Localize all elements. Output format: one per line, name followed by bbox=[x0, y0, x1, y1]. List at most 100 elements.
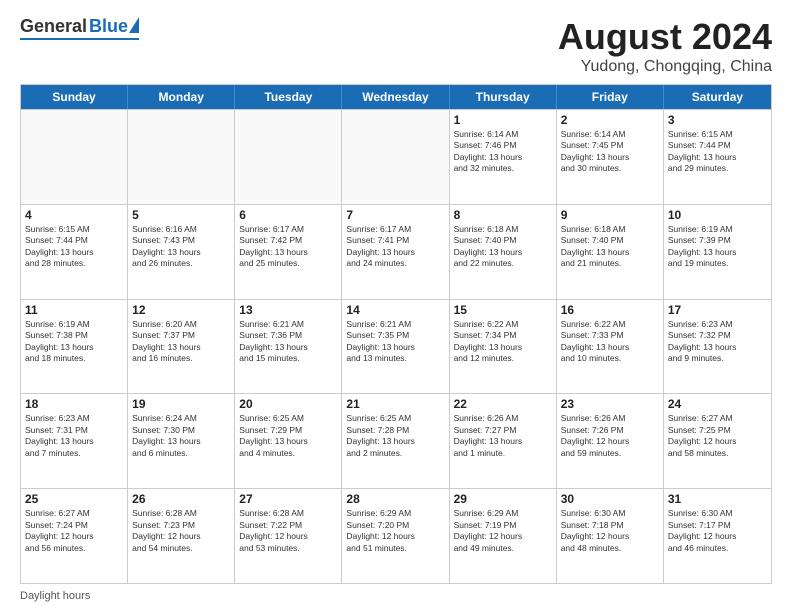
day-number: 28 bbox=[346, 492, 444, 506]
cell-text: Sunrise: 6:22 AM Sunset: 7:33 PM Dayligh… bbox=[561, 319, 659, 365]
cell-text: Sunrise: 6:28 AM Sunset: 7:23 PM Dayligh… bbox=[132, 508, 230, 554]
day-number: 2 bbox=[561, 113, 659, 127]
subtitle: Yudong, Chongqing, China bbox=[558, 58, 772, 76]
day-number: 23 bbox=[561, 397, 659, 411]
logo-underline bbox=[20, 38, 139, 40]
cell-text: Sunrise: 6:23 AM Sunset: 7:32 PM Dayligh… bbox=[668, 319, 767, 365]
cell-text: Sunrise: 6:25 AM Sunset: 7:29 PM Dayligh… bbox=[239, 413, 337, 459]
cell-text: Sunrise: 6:17 AM Sunset: 7:41 PM Dayligh… bbox=[346, 224, 444, 270]
day-number: 9 bbox=[561, 208, 659, 222]
cell-text: Sunrise: 6:19 AM Sunset: 7:38 PM Dayligh… bbox=[25, 319, 123, 365]
cell-text: Sunrise: 6:29 AM Sunset: 7:20 PM Dayligh… bbox=[346, 508, 444, 554]
calendar-cell: 25 Sunrise: 6:27 AM Sunset: 7:24 PM Dayli… bbox=[21, 489, 128, 583]
calendar-cell: 12 Sunrise: 6:20 AM Sunset: 7:37 PM Dayli… bbox=[128, 300, 235, 394]
calendar-cell: 16 Sunrise: 6:22 AM Sunset: 7:33 PM Dayli… bbox=[557, 300, 664, 394]
calendar-cell: 18 Sunrise: 6:23 AM Sunset: 7:31 PM Dayli… bbox=[21, 394, 128, 488]
cell-text: Sunrise: 6:15 AM Sunset: 7:44 PM Dayligh… bbox=[25, 224, 123, 270]
day-number: 29 bbox=[454, 492, 552, 506]
calendar-cell: 31 Sunrise: 6:30 AM Sunset: 7:17 PM Dayli… bbox=[664, 489, 771, 583]
cell-text: Sunrise: 6:20 AM Sunset: 7:37 PM Dayligh… bbox=[132, 319, 230, 365]
calendar-cell: 17 Sunrise: 6:23 AM Sunset: 7:32 PM Dayli… bbox=[664, 300, 771, 394]
day-number: 5 bbox=[132, 208, 230, 222]
calendar-cell: 1 Sunrise: 6:14 AM Sunset: 7:46 PM Daylig… bbox=[450, 110, 557, 204]
day-number: 30 bbox=[561, 492, 659, 506]
day-number: 22 bbox=[454, 397, 552, 411]
day-number: 7 bbox=[346, 208, 444, 222]
cell-text: Sunrise: 6:21 AM Sunset: 7:35 PM Dayligh… bbox=[346, 319, 444, 365]
cell-text: Sunrise: 6:27 AM Sunset: 7:24 PM Dayligh… bbox=[25, 508, 123, 554]
day-number: 12 bbox=[132, 303, 230, 317]
calendar-cell bbox=[21, 110, 128, 204]
cell-text: Sunrise: 6:17 AM Sunset: 7:42 PM Dayligh… bbox=[239, 224, 337, 270]
calendar-cell: 11 Sunrise: 6:19 AM Sunset: 7:38 PM Dayli… bbox=[21, 300, 128, 394]
calendar-cell: 30 Sunrise: 6:30 AM Sunset: 7:18 PM Dayli… bbox=[557, 489, 664, 583]
logo-general-text: General bbox=[20, 16, 87, 37]
day-number: 11 bbox=[25, 303, 123, 317]
calendar-cell: 6 Sunrise: 6:17 AM Sunset: 7:42 PM Daylig… bbox=[235, 205, 342, 299]
cell-text: Sunrise: 6:16 AM Sunset: 7:43 PM Dayligh… bbox=[132, 224, 230, 270]
cell-text: Sunrise: 6:14 AM Sunset: 7:46 PM Dayligh… bbox=[454, 129, 552, 175]
day-number: 27 bbox=[239, 492, 337, 506]
calendar-cell: 24 Sunrise: 6:27 AM Sunset: 7:25 PM Dayli… bbox=[664, 394, 771, 488]
cell-text: Sunrise: 6:21 AM Sunset: 7:36 PM Dayligh… bbox=[239, 319, 337, 365]
title-block: August 2024 Yudong, Chongqing, China bbox=[558, 16, 772, 76]
cell-text: Sunrise: 6:30 AM Sunset: 7:18 PM Dayligh… bbox=[561, 508, 659, 554]
weekday-header: Friday bbox=[557, 85, 664, 109]
day-number: 14 bbox=[346, 303, 444, 317]
header: General Blue August 2024 Yudong, Chongqi… bbox=[20, 16, 772, 76]
weekday-header: Wednesday bbox=[342, 85, 449, 109]
calendar-row: 11 Sunrise: 6:19 AM Sunset: 7:38 PM Dayli… bbox=[21, 299, 771, 394]
cell-text: Sunrise: 6:26 AM Sunset: 7:27 PM Dayligh… bbox=[454, 413, 552, 459]
cell-text: Sunrise: 6:30 AM Sunset: 7:17 PM Dayligh… bbox=[668, 508, 767, 554]
day-number: 18 bbox=[25, 397, 123, 411]
calendar: SundayMondayTuesdayWednesdayThursdayFrid… bbox=[20, 84, 772, 584]
calendar-cell: 3 Sunrise: 6:15 AM Sunset: 7:44 PM Daylig… bbox=[664, 110, 771, 204]
calendar-row: 1 Sunrise: 6:14 AM Sunset: 7:46 PM Daylig… bbox=[21, 109, 771, 204]
day-number: 31 bbox=[668, 492, 767, 506]
cell-text: Sunrise: 6:28 AM Sunset: 7:22 PM Dayligh… bbox=[239, 508, 337, 554]
calendar-cell bbox=[342, 110, 449, 204]
day-number: 6 bbox=[239, 208, 337, 222]
calendar-cell: 19 Sunrise: 6:24 AM Sunset: 7:30 PM Dayli… bbox=[128, 394, 235, 488]
day-number: 25 bbox=[25, 492, 123, 506]
cell-text: Sunrise: 6:24 AM Sunset: 7:30 PM Dayligh… bbox=[132, 413, 230, 459]
calendar-cell bbox=[128, 110, 235, 204]
cell-text: Sunrise: 6:23 AM Sunset: 7:31 PM Dayligh… bbox=[25, 413, 123, 459]
day-number: 8 bbox=[454, 208, 552, 222]
day-number: 20 bbox=[239, 397, 337, 411]
weekday-header: Thursday bbox=[450, 85, 557, 109]
calendar-cell: 5 Sunrise: 6:16 AM Sunset: 7:43 PM Daylig… bbox=[128, 205, 235, 299]
day-number: 1 bbox=[454, 113, 552, 127]
weekday-header: Tuesday bbox=[235, 85, 342, 109]
calendar-cell: 9Sunrise: 6:18 AM Sunset: 7:40 PM Daylig… bbox=[557, 205, 664, 299]
logo: General Blue bbox=[20, 16, 139, 40]
calendar-cell: 2 Sunrise: 6:14 AM Sunset: 7:45 PM Daylig… bbox=[557, 110, 664, 204]
footer-text: Daylight hours bbox=[20, 590, 90, 602]
calendar-cell: 28 Sunrise: 6:29 AM Sunset: 7:20 PM Dayli… bbox=[342, 489, 449, 583]
cell-text: Sunrise: 6:19 AM Sunset: 7:39 PM Dayligh… bbox=[668, 224, 767, 270]
day-number: 17 bbox=[668, 303, 767, 317]
logo-triangle-icon bbox=[129, 17, 139, 33]
calendar-row: 18 Sunrise: 6:23 AM Sunset: 7:31 PM Dayli… bbox=[21, 393, 771, 488]
cell-text: Sunrise: 6:29 AM Sunset: 7:19 PM Dayligh… bbox=[454, 508, 552, 554]
calendar-cell: 22 Sunrise: 6:26 AM Sunset: 7:27 PM Dayli… bbox=[450, 394, 557, 488]
cell-text: Sunrise: 6:18 AM Sunset: 7:40 PM Dayligh… bbox=[454, 224, 552, 270]
cell-text: Sunrise: 6:27 AM Sunset: 7:25 PM Dayligh… bbox=[668, 413, 767, 459]
calendar-body: 1 Sunrise: 6:14 AM Sunset: 7:46 PM Daylig… bbox=[21, 109, 771, 583]
day-number: 16 bbox=[561, 303, 659, 317]
cell-text: Sunrise: 6:14 AM Sunset: 7:45 PM Dayligh… bbox=[561, 129, 659, 175]
calendar-row: 4Sunrise: 6:15 AM Sunset: 7:44 PM Daylig… bbox=[21, 204, 771, 299]
calendar-cell: 15Sunrise: 6:22 AM Sunset: 7:34 PM Dayli… bbox=[450, 300, 557, 394]
cell-text: Sunrise: 6:15 AM Sunset: 7:44 PM Dayligh… bbox=[668, 129, 767, 175]
logo-blue-text: Blue bbox=[89, 16, 128, 37]
day-number: 10 bbox=[668, 208, 767, 222]
weekday-header: Saturday bbox=[664, 85, 771, 109]
day-number: 3 bbox=[668, 113, 767, 127]
day-number: 15 bbox=[454, 303, 552, 317]
weekday-header: Monday bbox=[128, 85, 235, 109]
day-number: 24 bbox=[668, 397, 767, 411]
cell-text: Sunrise: 6:25 AM Sunset: 7:28 PM Dayligh… bbox=[346, 413, 444, 459]
calendar-cell: 7 Sunrise: 6:17 AM Sunset: 7:41 PM Daylig… bbox=[342, 205, 449, 299]
day-number: 19 bbox=[132, 397, 230, 411]
day-number: 13 bbox=[239, 303, 337, 317]
